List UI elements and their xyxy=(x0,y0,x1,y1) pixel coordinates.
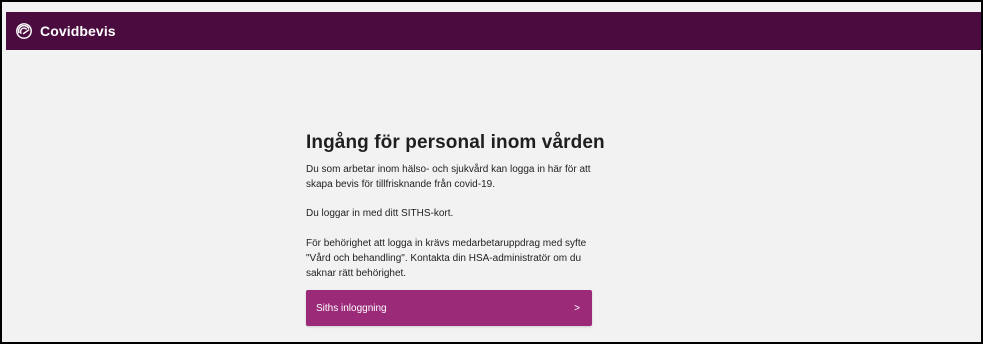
covidbevis-logo-icon xyxy=(16,23,32,39)
siths-login-button-label: Siths inloggning xyxy=(316,302,387,314)
login-panel: Ingång för personal inom vården Du som a… xyxy=(306,130,606,327)
brand-logo-link[interactable]: Covidbevis xyxy=(15,22,116,40)
siths-login-button[interactable]: Siths inloggning > xyxy=(306,290,592,327)
top-navigation-bar: Covidbevis xyxy=(6,12,981,50)
page-title: Ingång för personal inom vården xyxy=(306,132,605,153)
intro-paragraph: Du som arbetar inom hälso- och sjukvård … xyxy=(306,164,591,190)
brand-name: Covidbevis xyxy=(40,23,116,39)
chevron-right-icon: > xyxy=(574,302,580,314)
browser-viewport: Covidbevis Ingång för personal inom vård… xyxy=(0,0,983,344)
permission-paragraph: För behörighet att logga in krävs medarb… xyxy=(306,238,587,279)
siths-card-paragraph: Du loggar in med ditt SITHS-kort. xyxy=(306,208,454,220)
